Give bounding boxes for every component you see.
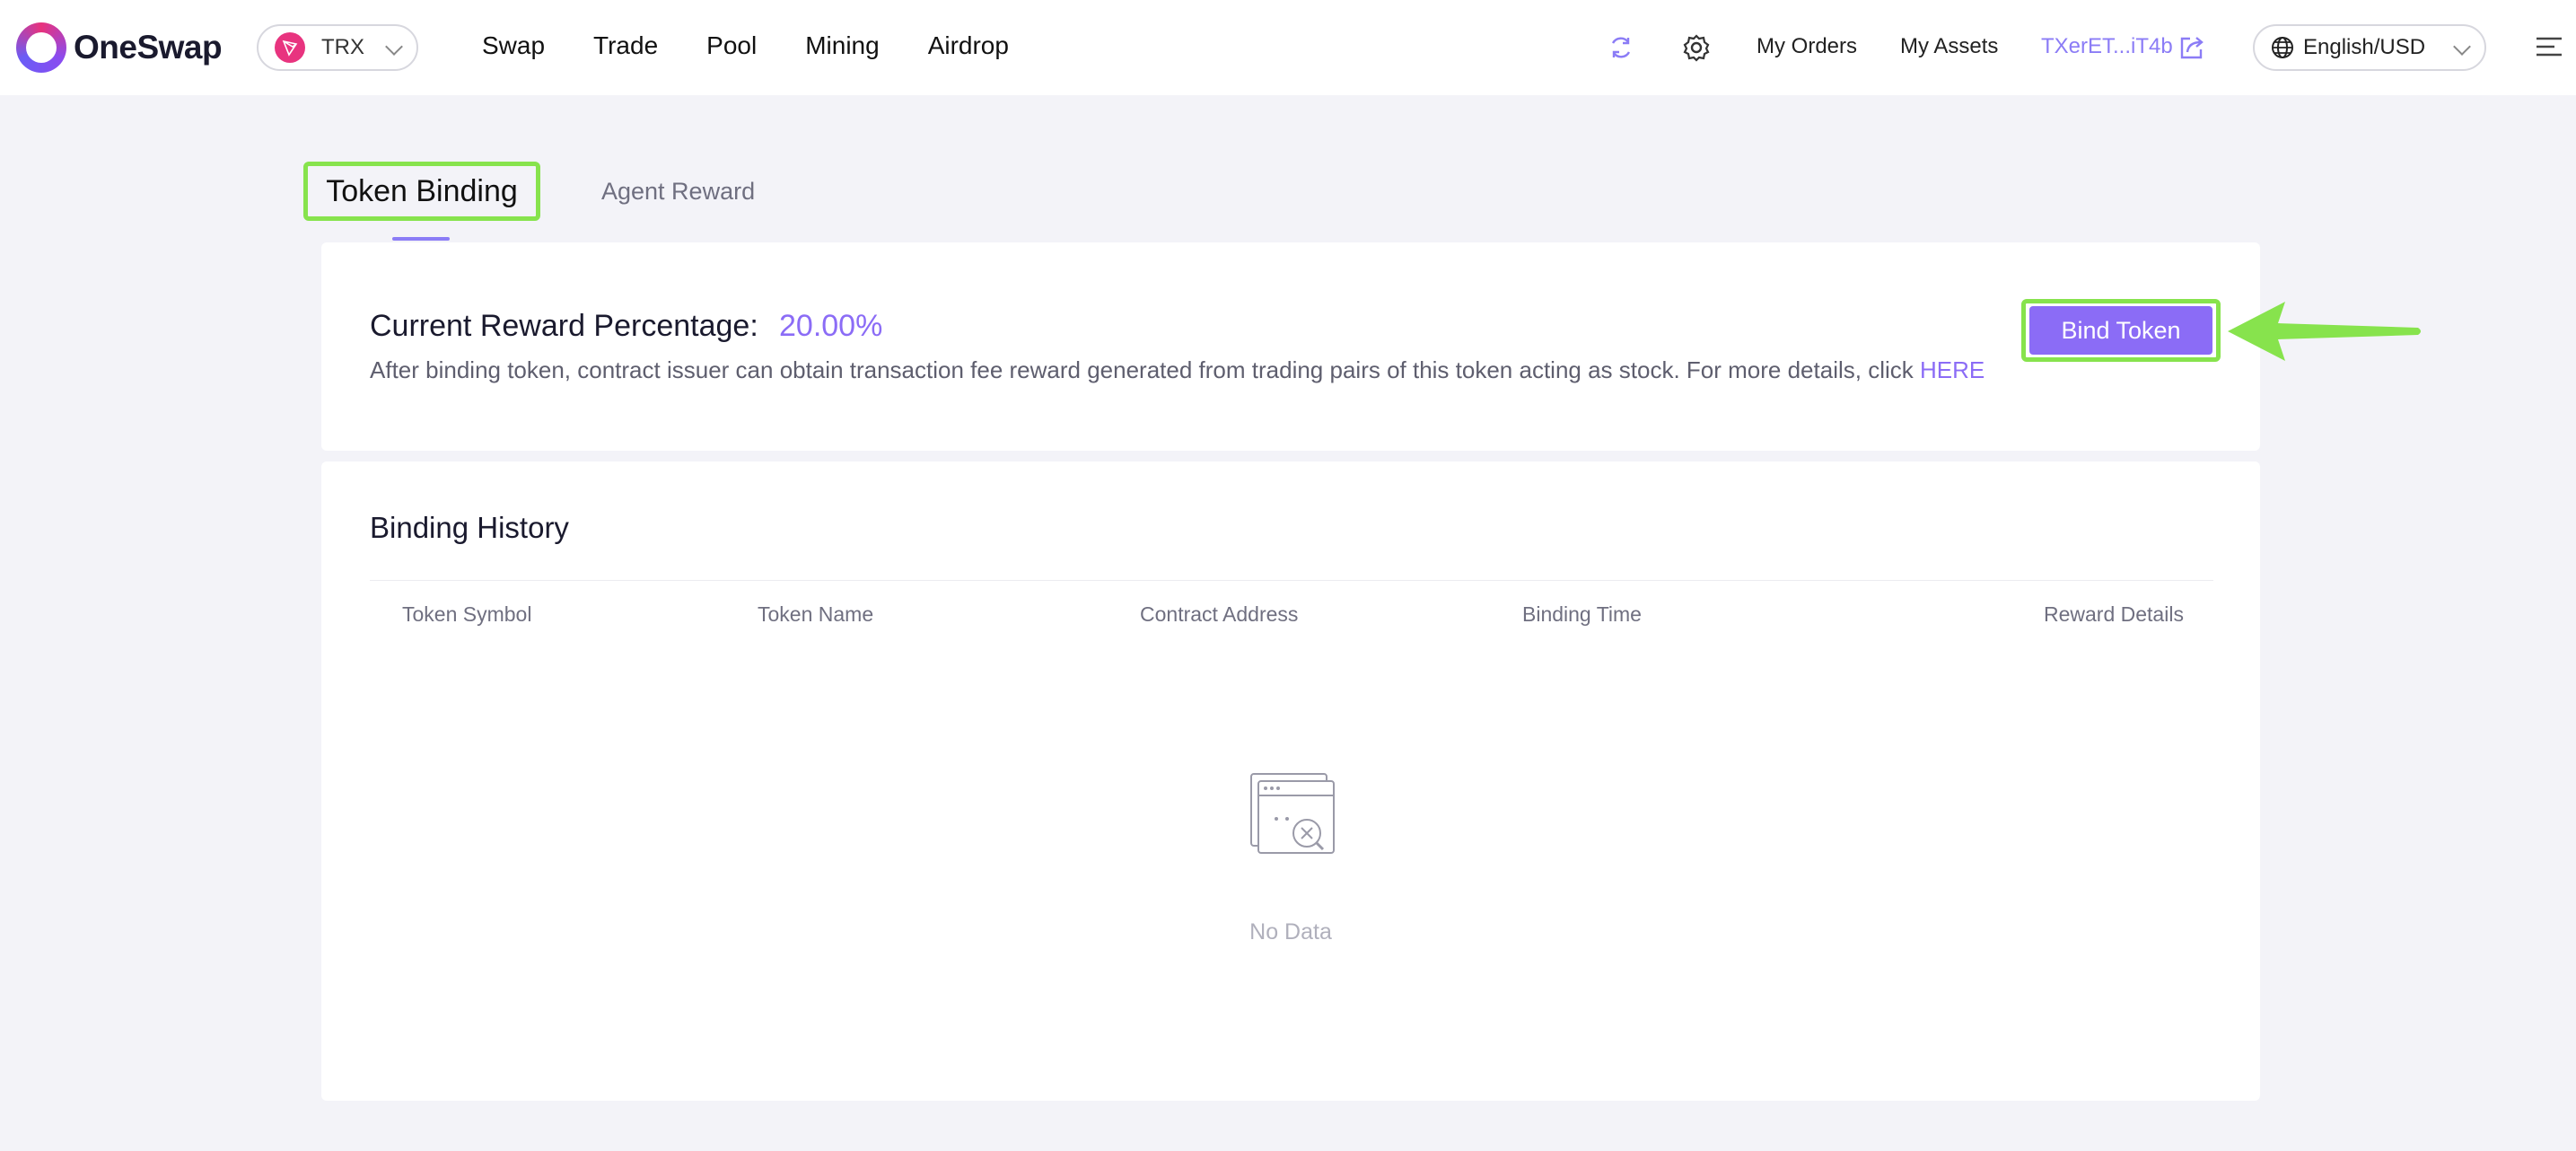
tab-token-binding[interactable]: Token Binding <box>303 162 540 221</box>
empty-state-text: No Data <box>1249 919 1332 945</box>
reward-card <box>321 242 2260 451</box>
wallet-address[interactable]: TXerET...iT4b <box>2041 31 2173 63</box>
my-assets-link[interactable]: My Assets <box>1900 31 1998 63</box>
active-tab-indicator <box>392 237 450 241</box>
refresh-icon[interactable] <box>1605 31 1637 64</box>
column-header-contract-address: Contract Address <box>1140 602 1299 626</box>
nav-trade[interactable]: Trade <box>593 27 658 65</box>
logo-ring-icon <box>16 22 66 73</box>
globe-icon <box>2272 37 2293 58</box>
reward-description: After binding token, contract issuer can… <box>370 354 1985 386</box>
annotation-arrow-icon <box>2228 302 2421 361</box>
oneswap-logo[interactable]: OneSwap <box>16 22 223 74</box>
external-link-icon[interactable] <box>2176 31 2208 64</box>
column-header-token-name: Token Name <box>758 602 874 626</box>
my-orders-link[interactable]: My Orders <box>1757 31 1857 63</box>
language-selector[interactable]: English/USD <box>2253 24 2486 71</box>
reward-percentage-label: Current Reward Percentage: <box>370 309 758 343</box>
nav-swap[interactable]: Swap <box>482 27 545 65</box>
chain-label: TRX <box>321 35 364 59</box>
chain-selector[interactable]: TRX <box>257 24 418 71</box>
nav-airdrop[interactable]: Airdrop <box>928 27 1009 65</box>
column-header-binding-time: Binding Time <box>1522 602 1642 626</box>
tab-agent-reward[interactable]: Agent Reward <box>601 175 755 207</box>
binding-history-title: Binding History <box>370 511 569 544</box>
details-link[interactable]: HERE <box>1920 356 1985 383</box>
column-header-reward-details: Reward Details <box>2044 602 2184 626</box>
divider <box>370 580 2213 581</box>
gear-icon[interactable] <box>1680 31 1713 64</box>
reward-percentage-value: 20.00% <box>779 309 883 343</box>
top-header: OneSwap TRX Swap Trade Pool Mining Airdr… <box>0 0 2576 95</box>
language-label: English/USD <box>2303 35 2426 59</box>
nav-pool[interactable]: Pool <box>706 27 757 65</box>
column-header-token-symbol: Token Symbol <box>402 602 532 626</box>
nav-mining[interactable]: Mining <box>805 27 879 65</box>
empty-data-icon <box>1250 773 1335 854</box>
bind-token-button[interactable]: Bind Token <box>2029 306 2212 355</box>
main-nav: Swap Trade Pool Mining Airdrop <box>482 27 1057 65</box>
chevron-down-icon <box>385 38 403 56</box>
tron-icon <box>275 32 305 63</box>
chevron-down-icon <box>2453 38 2471 56</box>
reward-description-text: After binding token, contract issuer can… <box>370 356 1914 383</box>
menu-icon[interactable] <box>2533 31 2565 63</box>
brand-name: OneSwap <box>74 29 223 66</box>
